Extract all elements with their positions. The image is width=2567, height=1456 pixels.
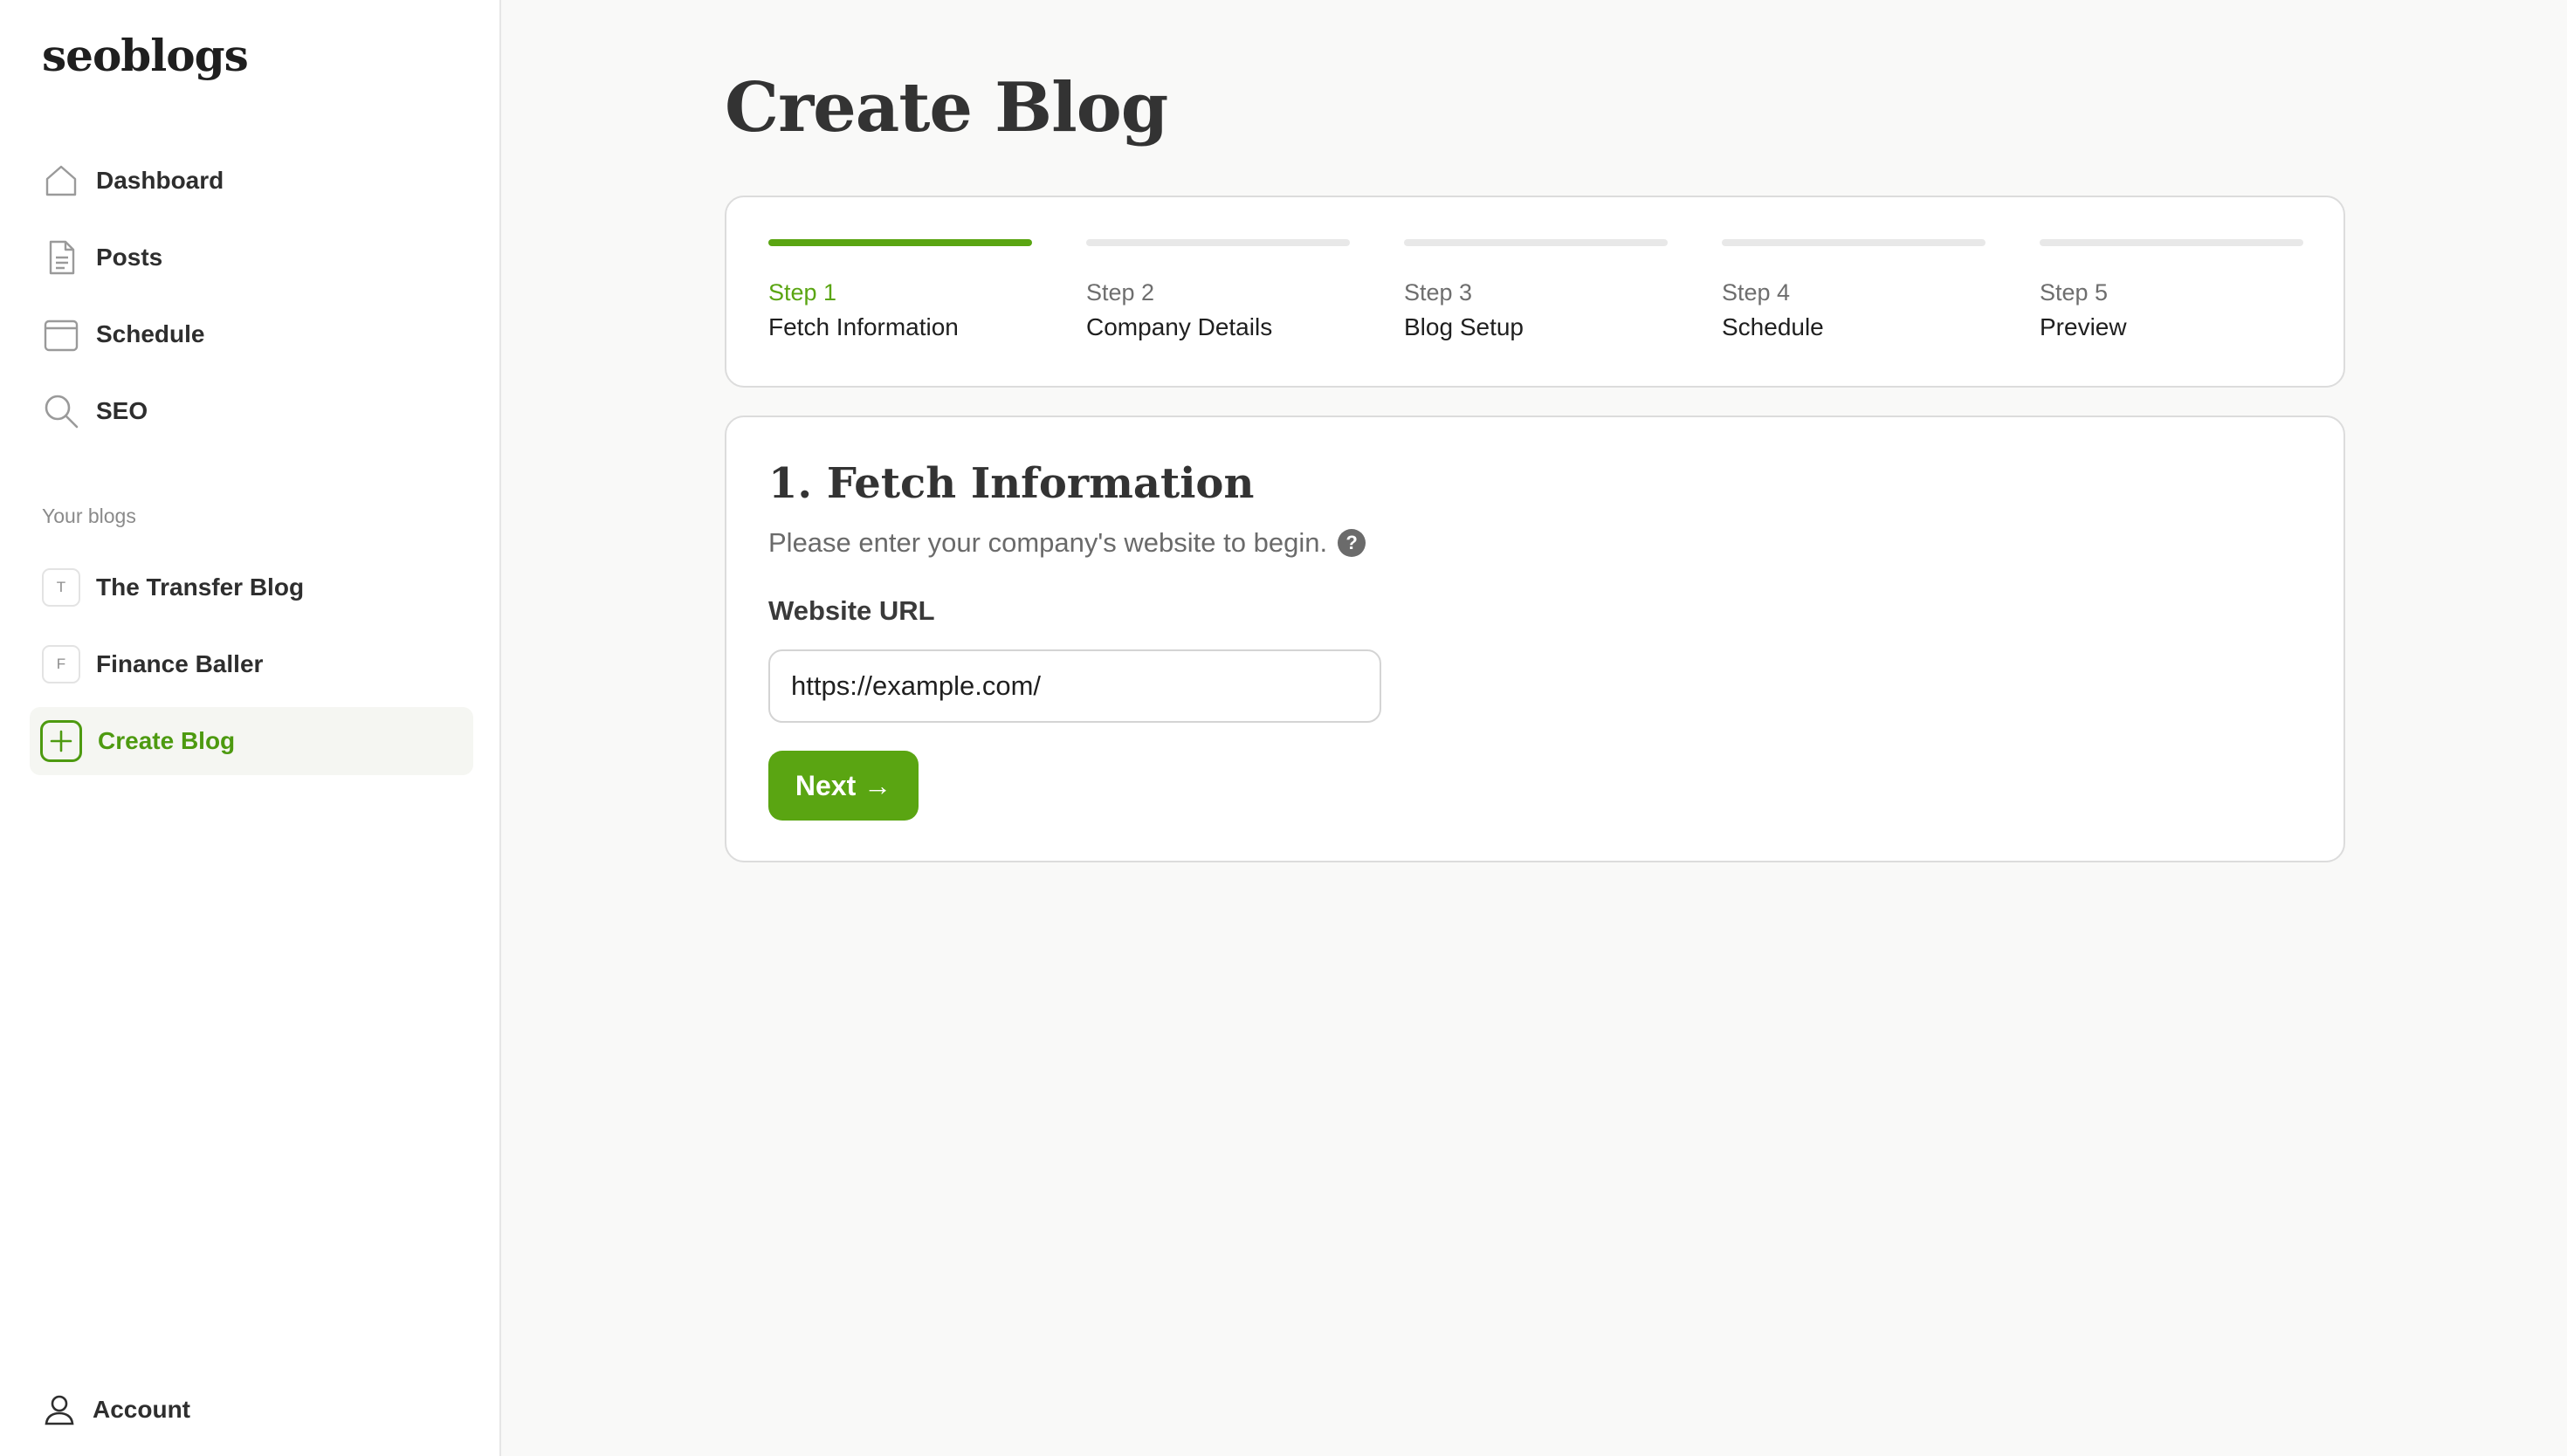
step-progress-bar <box>2040 239 2303 246</box>
step-progress-bar <box>768 239 1032 246</box>
brand-logo[interactable]: seoblogs <box>42 30 249 81</box>
your-blogs-heading: Your blogs <box>42 505 136 527</box>
nav-item-label: Dashboard <box>96 167 224 194</box>
step-1[interactable]: Step 1 Fetch Information <box>768 239 1032 341</box>
step-number: Step 2 <box>1086 279 1155 306</box>
nav-item-label: SEO <box>96 397 148 424</box>
blog-item-label: Finance Baller <box>96 650 264 677</box>
nav-item-posts[interactable]: Posts <box>30 223 473 292</box>
next-button[interactable]: Next → <box>768 751 919 821</box>
document-icon <box>42 238 80 277</box>
step-name: Schedule <box>1722 313 1824 340</box>
user-icon <box>42 1392 77 1427</box>
calendar-icon <box>42 315 80 354</box>
step-3[interactable]: Step 3 Blog Setup <box>1404 239 1668 341</box>
step-number: Step 1 <box>768 279 837 306</box>
step-number: Step 3 <box>1404 279 1473 306</box>
stepper: Step 1 Fetch Information Step 2 Company … <box>725 196 2345 388</box>
step-progress-bar <box>1722 239 1985 246</box>
step-5[interactable]: Step 5 Preview <box>2040 239 2303 341</box>
plus-icon <box>40 720 82 762</box>
account-button[interactable]: Account <box>30 1377 473 1442</box>
step-number: Step 4 <box>1722 279 1791 306</box>
page-title: Create Blog <box>725 68 1168 148</box>
nav-item-schedule[interactable]: Schedule <box>30 300 473 368</box>
form-title: 1. Fetch Information <box>768 459 1255 508</box>
nav-item-dashboard[interactable]: Dashboard <box>30 147 473 215</box>
step-progress-bar <box>1086 239 1350 246</box>
blog-item-transfer-blog[interactable]: T The Transfer Blog <box>30 553 473 622</box>
blog-initial-badge: F <box>42 645 80 683</box>
step-number: Step 5 <box>2040 279 2109 306</box>
step-4[interactable]: Step 4 Schedule <box>1722 239 1985 341</box>
blog-item-finance-baller[interactable]: F Finance Baller <box>30 630 473 698</box>
step-2[interactable]: Step 2 Company Details <box>1086 239 1350 341</box>
search-icon <box>42 392 80 430</box>
blog-item-label: The Transfer Blog <box>96 573 305 601</box>
nav-item-seo[interactable]: SEO <box>30 377 473 445</box>
website-url-input[interactable] <box>768 649 1381 723</box>
account-label: Account <box>93 1396 190 1423</box>
create-blog-nav-item[interactable]: Create Blog <box>30 707 473 775</box>
sidebar: seoblogs Dashboard Posts Schedule SEO Yo… <box>0 0 501 1456</box>
form-subtitle-text: Please enter your company's website to b… <box>768 527 1328 558</box>
nav-item-label: Schedule <box>96 320 205 347</box>
nav-item-label: Posts <box>96 244 163 271</box>
home-icon <box>42 161 80 200</box>
website-url-label: Website URL <box>768 595 935 626</box>
create-blog-label: Create Blog <box>98 727 236 754</box>
step-name: Blog Setup <box>1404 313 1524 340</box>
form-subtitle: Please enter your company's website to b… <box>768 527 1366 559</box>
step-name: Preview <box>2040 313 2127 340</box>
blog-initial-badge: T <box>42 568 80 607</box>
help-icon[interactable]: ? <box>1338 529 1366 557</box>
step-name: Company Details <box>1086 313 1273 340</box>
step-progress-bar <box>1404 239 1668 246</box>
app: seoblogs Dashboard Posts Schedule SEO Yo… <box>0 0 2567 1456</box>
step-name: Fetch Information <box>768 313 959 340</box>
fetch-information-form: 1. Fetch Information Please enter your c… <box>725 416 2345 862</box>
